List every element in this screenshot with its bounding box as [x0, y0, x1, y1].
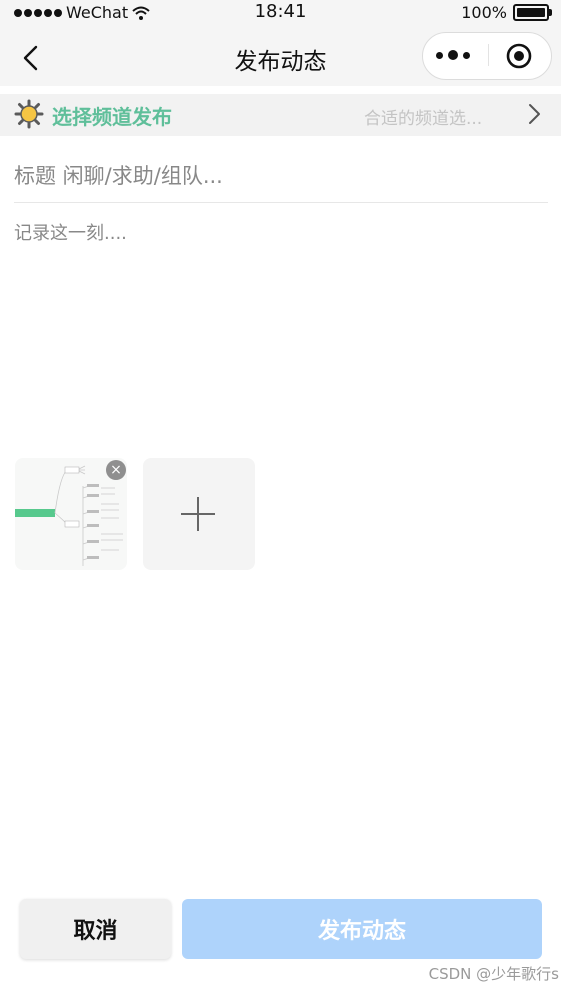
channel-label: 选择频道发布 [52, 105, 172, 129]
chevron-right-icon[interactable] [524, 102, 544, 126]
title-input[interactable]: 标题 闲聊/求助/组队... [14, 160, 546, 190]
more-icon[interactable] [436, 50, 470, 60]
plus-icon-vertical [197, 497, 199, 531]
watermark: CSDN @少年歌行s [428, 965, 559, 983]
publish-button[interactable]: 发布动态 [182, 899, 542, 959]
capsule-divider [488, 44, 489, 66]
cancel-button[interactable]: 取消 [20, 899, 171, 959]
channel-hint: 合适的频道选... [364, 109, 483, 129]
battery-percent: 100% [461, 3, 507, 22]
sun-icon [14, 99, 44, 129]
content-textarea[interactable]: 记录这一刻.... [14, 219, 127, 245]
battery-icon [513, 4, 552, 21]
battery-status: 100% [461, 3, 552, 22]
target-icon[interactable] [506, 43, 532, 69]
remove-image-button[interactable]: × [106, 460, 126, 480]
title-divider [14, 202, 548, 203]
